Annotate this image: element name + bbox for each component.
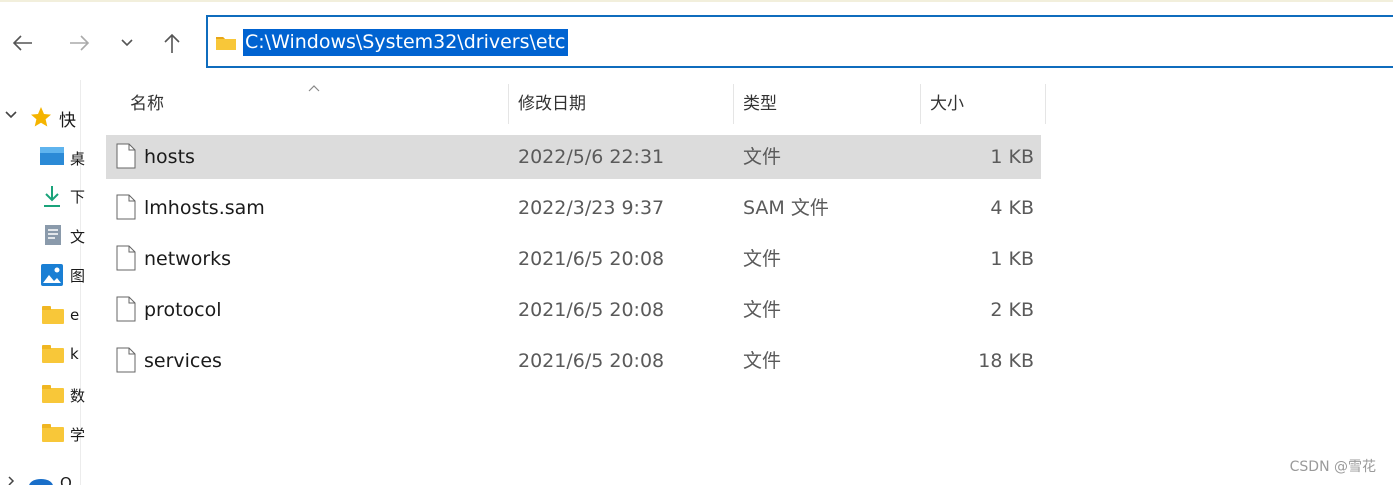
column-header-date[interactable]: 修改日期 <box>518 84 586 124</box>
file-icon <box>116 245 136 271</box>
picture-icon <box>41 264 63 286</box>
file-date: 2021/6/5 20:08 <box>518 299 665 321</box>
window-top-border <box>0 0 1393 2</box>
nav-item-pictures-label[interactable]: 图 <box>70 265 85 286</box>
file-name[interactable]: networks <box>144 237 231 281</box>
address-bar[interactable]: C:\Windows\System32\drivers\etc <box>206 15 1393 68</box>
file-date: 2022/5/6 22:31 <box>518 146 665 168</box>
file-name[interactable]: lmhosts.sam <box>144 186 265 230</box>
forward-button[interactable] <box>64 26 94 60</box>
chevron-right-icon[interactable] <box>6 476 16 485</box>
file-name[interactable]: services <box>144 339 222 383</box>
nav-item-folder-label[interactable]: 数 <box>70 385 85 406</box>
file-row-lmhosts[interactable]: lmhosts.sam 2022/3/23 9:37 SAM 文件 4 KB <box>106 186 1041 230</box>
document-icon <box>45 225 61 245</box>
address-path-text[interactable]: C:\Windows\System32\drivers\etc <box>243 29 568 56</box>
file-row-networks[interactable]: networks 2021/6/5 20:08 文件 1 KB <box>106 237 1041 281</box>
file-name[interactable]: hosts <box>144 135 195 179</box>
file-row-protocol[interactable]: protocol 2021/6/5 20:08 文件 2 KB <box>106 288 1041 332</box>
nav-item-desktop-label[interactable]: 桌 <box>70 148 85 169</box>
file-row-services[interactable]: services 2021/6/5 20:08 文件 18 KB <box>106 339 1041 383</box>
file-size: 2 KB <box>990 299 1034 321</box>
nav-item-folder-label[interactable]: k <box>70 345 79 363</box>
arrow-right-icon <box>70 35 90 51</box>
watermark-text: CSDN @雪花 <box>1289 459 1376 475</box>
recent-locations-button[interactable] <box>112 26 142 60</box>
nav-item-onedrive-label[interactable]: O <box>60 474 72 485</box>
file-row-hosts[interactable]: hosts 2022/5/6 22:31 文件 1 KB <box>106 135 1041 179</box>
file-date: 2021/6/5 20:08 <box>518 248 665 270</box>
folder-icon <box>42 345 64 363</box>
file-type: 文件 <box>743 146 782 168</box>
quick-access-label[interactable]: 快 <box>59 106 76 131</box>
file-icon <box>116 194 136 220</box>
nav-item-download-label[interactable]: 下 <box>70 186 85 207</box>
back-button[interactable] <box>8 26 38 60</box>
column-divider[interactable] <box>733 84 734 124</box>
folder-icon <box>42 385 64 403</box>
column-header-size[interactable]: 大小 <box>930 84 964 124</box>
file-size: 18 KB <box>978 350 1034 372</box>
folder-icon <box>42 424 64 442</box>
folder-icon <box>216 37 236 50</box>
nav-item-folder-label[interactable]: 学 <box>70 424 85 445</box>
file-icon <box>116 347 136 373</box>
column-header-name[interactable]: 名称 <box>130 84 164 124</box>
column-divider[interactable] <box>920 84 921 124</box>
file-type: 文件 <box>743 350 782 372</box>
onedrive-icon <box>29 479 53 485</box>
column-divider[interactable] <box>1045 84 1046 124</box>
folder-icon <box>42 306 64 324</box>
file-type: 文件 <box>743 248 782 270</box>
download-icon <box>44 186 60 207</box>
file-explorer-window: C:\Windows\System32\drivers\etc 快 桌 下 文 … <box>0 0 1393 485</box>
nav-item-folder-label[interactable]: e <box>70 306 79 324</box>
column-header-type[interactable]: 类型 <box>743 84 777 124</box>
file-size: 4 KB <box>990 197 1034 219</box>
nav-item-documents-label[interactable]: 文 <box>70 226 85 247</box>
column-divider[interactable] <box>508 84 509 124</box>
desktop-icon <box>40 147 64 165</box>
file-date: 2022/3/23 9:37 <box>518 197 665 219</box>
sort-ascending-icon <box>308 85 320 92</box>
file-date: 2021/6/5 20:08 <box>518 350 665 372</box>
file-icon <box>116 143 136 169</box>
star-icon <box>31 107 51 127</box>
chevron-down-icon[interactable] <box>4 109 18 121</box>
file-type: 文件 <box>743 299 782 321</box>
file-size: 1 KB <box>990 248 1034 270</box>
file-size: 1 KB <box>990 146 1034 168</box>
arrow-left-icon <box>12 35 32 51</box>
file-name[interactable]: protocol <box>144 288 222 332</box>
arrow-up-icon <box>164 33 180 53</box>
up-button[interactable] <box>157 26 187 60</box>
file-icon <box>116 296 136 322</box>
file-type: SAM 文件 <box>743 197 829 219</box>
chevron-down-icon <box>121 39 133 47</box>
